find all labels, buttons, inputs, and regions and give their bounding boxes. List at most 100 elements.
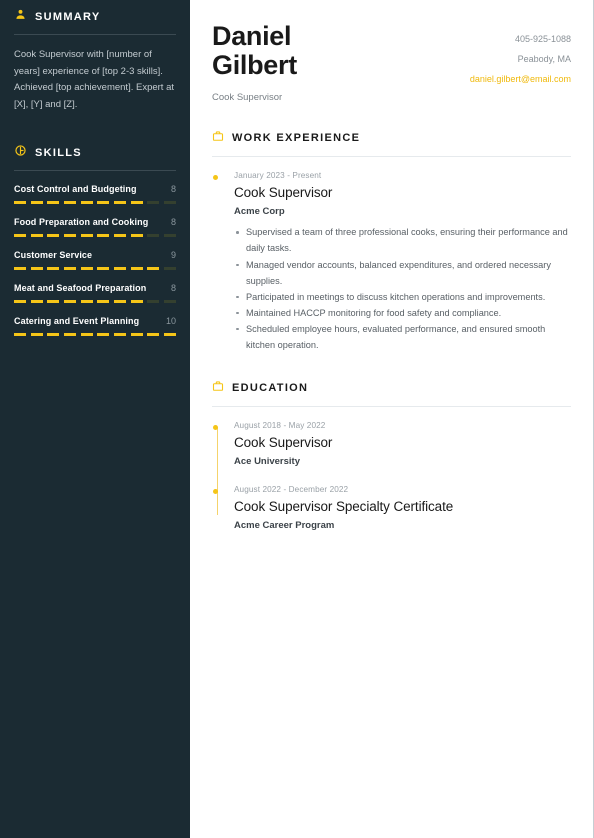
summary-header: SUMMARY: [14, 0, 176, 26]
entry-date: August 2022 - December 2022: [234, 485, 349, 495]
entry-organization: Acme Corp: [234, 206, 285, 218]
skill-rating-segment: [130, 299, 143, 303]
skill-rating-segment: [14, 299, 27, 303]
skills-section: SKILLS Cost Control and Budgeting 8 Food P…: [14, 136, 177, 336]
skill-rating-segment: [147, 299, 160, 303]
entry-bullet: Managed vendor accounts, balanced expend…: [234, 257, 571, 289]
summary-text: Cook Supervisor with [number of years] e…: [14, 49, 175, 110]
main-content: Daniel Gilbert Cook Supervisor 405-925-10…: [190, 0, 593, 838]
skills-divider: [14, 169, 176, 171]
contact-block: 405-925-1088 Peabody, MA daniel.gilbert@…: [470, 22, 571, 93]
skill-rating-segment: [97, 266, 110, 270]
skill-score: 10: [165, 315, 176, 326]
skill-rating-bar: [14, 266, 177, 270]
medal-icon: [14, 144, 27, 162]
work-experience-section: WORK EXPERIENCE January 2023 - Present Co…: [212, 129, 571, 353]
contact-location: Peabody, MA: [517, 53, 571, 64]
first-name: Daniel: [212, 21, 292, 51]
skill-rating-segment: [163, 233, 177, 237]
skill-rating-segment: [113, 200, 127, 204]
skills-header: SKILLS: [14, 136, 176, 162]
skill-rating-segment: [163, 332, 177, 336]
skill-row: Catering and Event Planning 10: [14, 315, 177, 336]
education-divider: [212, 406, 571, 408]
skill-rating-segment: [97, 233, 110, 237]
skill-rating-segment: [130, 266, 143, 270]
skill-row: Customer Service 9: [14, 250, 177, 270]
skill-rating-segment: [130, 233, 143, 237]
timeline-dot: [213, 175, 218, 181]
skill-rating-segment: [113, 266, 127, 270]
skill-rating-segment: [47, 299, 60, 303]
job-role: Cook Supervisor: [212, 92, 283, 104]
skill-rating-segment: [97, 200, 110, 204]
skill-rating-segment: [80, 332, 93, 336]
entry-bullet-list: Supervised a team of three professional …: [234, 224, 571, 353]
work-experience-divider: [212, 156, 571, 158]
skill-label-row: Food Preparation and Cooking 8: [14, 217, 176, 227]
skill-rating-segment: [163, 200, 177, 204]
skill-rating-segment: [80, 200, 93, 204]
briefcase-icon: [212, 379, 224, 397]
skill-rating-bar: [14, 332, 177, 336]
skill-label-row: Meat and Seafood Preparation 8: [14, 283, 176, 293]
skill-label-row: Customer Service 9: [14, 250, 176, 260]
page-title: Daniel Gilbert: [212, 21, 297, 81]
skill-score: 9: [170, 249, 176, 260]
summary-title: SUMMARY: [35, 11, 101, 23]
skill-rating-segment: [80, 299, 93, 303]
skill-rating-segment: [30, 233, 43, 237]
skill-rating-segment: [147, 266, 160, 270]
resume-page: SUMMARY Cook Supervisor with [number of …: [0, 0, 594, 838]
skills-title: SKILLS: [35, 146, 82, 159]
skill-rating-segment: [63, 233, 77, 237]
skill-name: Catering and Event Planning: [14, 315, 140, 326]
skill-score: 8: [170, 216, 176, 227]
skill-rating-segment: [130, 200, 143, 204]
work-experience-title: WORK EXPERIENCE: [232, 132, 361, 145]
skill-row: Food Preparation and Cooking 8: [14, 217, 177, 237]
skill-rating-segment: [113, 299, 127, 303]
sidebar: SUMMARY Cook Supervisor with [number of …: [0, 0, 190, 838]
skill-rating-segment: [113, 332, 127, 336]
skill-name: Customer Service: [14, 249, 93, 260]
skill-score: 8: [170, 183, 176, 194]
user-icon: [14, 8, 27, 26]
skill-rating-segment: [14, 233, 27, 237]
entry-date: August 2018 - May 2022: [234, 421, 326, 431]
skill-row: Cost Control and Budgeting 8: [14, 183, 177, 204]
summary-divider: [14, 34, 176, 35]
identity-block: Daniel Gilbert Cook Supervisor: [212, 21, 297, 104]
skill-rating-segment: [47, 200, 60, 204]
timeline-entry: August 2018 - May 2022 Cook Supervisor Ace…: [213, 421, 571, 467]
contact-email[interactable]: daniel.gilbert@email.com: [470, 74, 571, 85]
education-header: EDUCATION: [212, 379, 571, 397]
summary-section: SUMMARY Cook Supervisor with [number of …: [14, 0, 176, 114]
skill-rating-segment: [163, 266, 177, 270]
contact-phone[interactable]: 405-925-1088: [470, 34, 571, 45]
entry-title: Cook Supervisor: [234, 435, 333, 451]
skill-rating-bar: [14, 299, 177, 303]
entry-title: Cook Supervisor Specialty Certificate: [234, 499, 454, 515]
last-name: Gilbert: [212, 50, 297, 81]
entry-date: January 2023 - Present: [234, 171, 322, 181]
skill-rating-segment: [30, 332, 43, 336]
skill-rating-segment: [130, 332, 143, 336]
skill-rating-segment: [80, 266, 93, 270]
skill-rating-segment: [147, 332, 160, 336]
work-timeline: January 2023 - Present Cook Supervisor Acm…: [212, 171, 571, 353]
skill-rating-segment: [63, 200, 77, 204]
timeline-entry: January 2023 - Present Cook Supervisor Acm…: [213, 171, 571, 353]
skill-name: Food Preparation and Cooking: [14, 216, 149, 227]
entry-bullet: Maintained HACCP monitoring for food saf…: [234, 305, 571, 321]
skill-rating-segment: [163, 299, 177, 303]
entry-title: Cook Supervisor: [234, 185, 333, 201]
resume-header: Daniel Gilbert Cook Supervisor 405-925-10…: [212, 21, 571, 104]
skill-rating-segment: [147, 200, 160, 204]
skill-rating-segment: [30, 299, 43, 303]
skill-rating-bar: [14, 233, 177, 237]
skill-rating-segment: [147, 233, 160, 237]
entry-bullet: Participated in meetings to discuss kitc…: [234, 289, 571, 305]
education-timeline: August 2018 - May 2022 Cook Supervisor Ace…: [212, 421, 571, 531]
skill-name: Cost Control and Budgeting: [14, 183, 137, 194]
